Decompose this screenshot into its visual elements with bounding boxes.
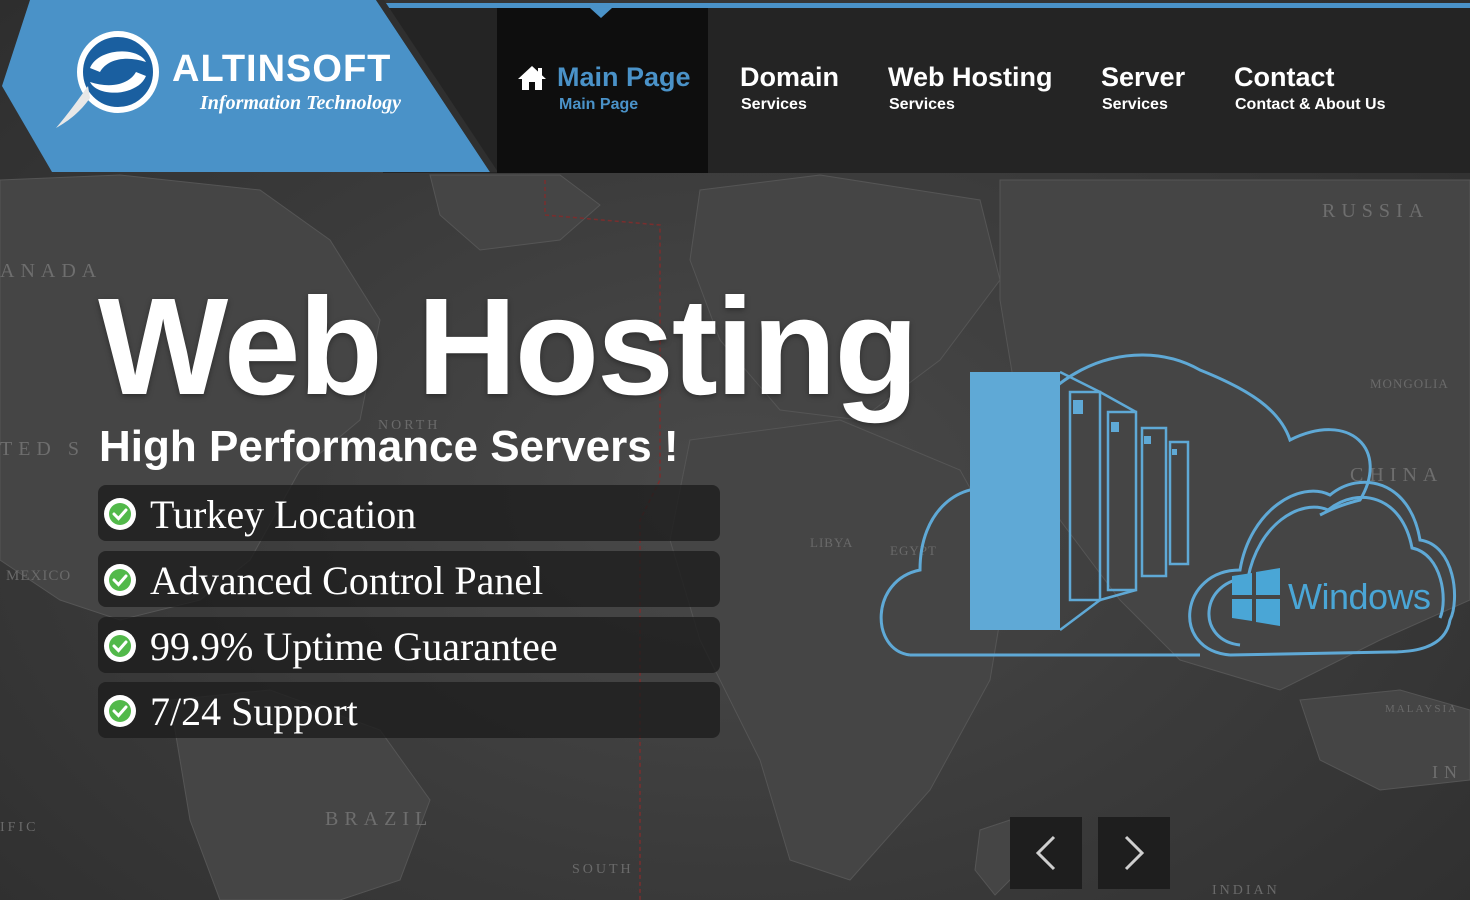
feature-item: Advanced Control Panel xyxy=(98,551,720,607)
map-label-malaysia: MALAYSIA xyxy=(1385,703,1459,715)
map-label-mexico: MEXICO xyxy=(6,568,72,584)
nav-subtitle: Main Page xyxy=(559,96,639,113)
windows-logo-icon xyxy=(1232,568,1280,626)
active-indicator-caret xyxy=(590,8,612,18)
check-circle-icon xyxy=(104,498,136,530)
feature-text: Advanced Control Panel xyxy=(150,558,544,603)
home-icon xyxy=(518,66,546,90)
map-label-canada: ANADA xyxy=(0,260,103,282)
map-label-libya: LIBYA xyxy=(810,535,854,550)
feature-item: Turkey Location xyxy=(98,485,720,541)
brand-tagline: Information Technology xyxy=(200,92,401,114)
logo-emblem-icon xyxy=(56,31,159,128)
nav-subtitle: Contact & About Us xyxy=(1235,96,1386,113)
nav-item-domain[interactable]: Domain Services xyxy=(740,8,850,173)
chevron-right-icon xyxy=(1124,835,1145,871)
feature-text: 99.9% Uptime Guarantee xyxy=(150,624,558,669)
nav-title: Server xyxy=(1101,62,1186,92)
nav-title: Web Hosting xyxy=(888,62,1053,92)
nav-item-web-hosting[interactable]: Web Hosting Services xyxy=(888,8,1063,173)
nav-subtitle: Services xyxy=(741,96,807,113)
check-circle-icon xyxy=(104,695,136,727)
nav-item-contact[interactable]: Contact Contact & About Us xyxy=(1234,8,1404,173)
slider-prev-button[interactable] xyxy=(1010,817,1082,889)
nav-item-main-page[interactable]: Main Page Main Page xyxy=(497,8,708,173)
map-label-pacific: IFIC xyxy=(0,820,39,835)
nav-subtitle: Services xyxy=(1102,96,1168,113)
cloud-server-illustration xyxy=(879,353,1457,657)
nav-item-server[interactable]: Server Services xyxy=(1101,8,1201,173)
map-label-brazil: BRAZIL xyxy=(325,808,434,830)
feature-text: 7/24 Support xyxy=(150,689,358,734)
hero-subtitle: High Performance Servers ! xyxy=(99,422,679,471)
nav-title: Contact xyxy=(1234,62,1335,92)
map-label-united-states: TED S xyxy=(0,438,85,460)
feature-item: 99.9% Uptime Guarantee xyxy=(98,617,720,673)
brand-logo[interactable]: ALTINSOFT Information Technology xyxy=(0,0,500,175)
slider-next-button[interactable] xyxy=(1098,817,1170,889)
map-label-south: SOUTH xyxy=(572,862,634,877)
nav-title: Main Page xyxy=(557,62,691,92)
map-label-indian: INDIAN xyxy=(1212,883,1280,898)
map-label-in: IN xyxy=(1432,762,1463,782)
check-circle-icon xyxy=(104,630,136,662)
windows-label: Windows xyxy=(1288,576,1431,617)
hero-title: Web Hosting xyxy=(98,270,919,424)
check-circle-icon xyxy=(104,564,136,596)
brand-name: ALTINSOFT xyxy=(172,48,392,90)
chevron-left-icon xyxy=(1035,835,1056,871)
map-label-russia: RUSSIA xyxy=(1322,200,1430,222)
nav-subtitle: Services xyxy=(889,96,955,113)
nav-title: Domain xyxy=(740,62,840,92)
feature-item: 7/24 Support xyxy=(98,682,720,738)
feature-text: Turkey Location xyxy=(150,492,417,537)
